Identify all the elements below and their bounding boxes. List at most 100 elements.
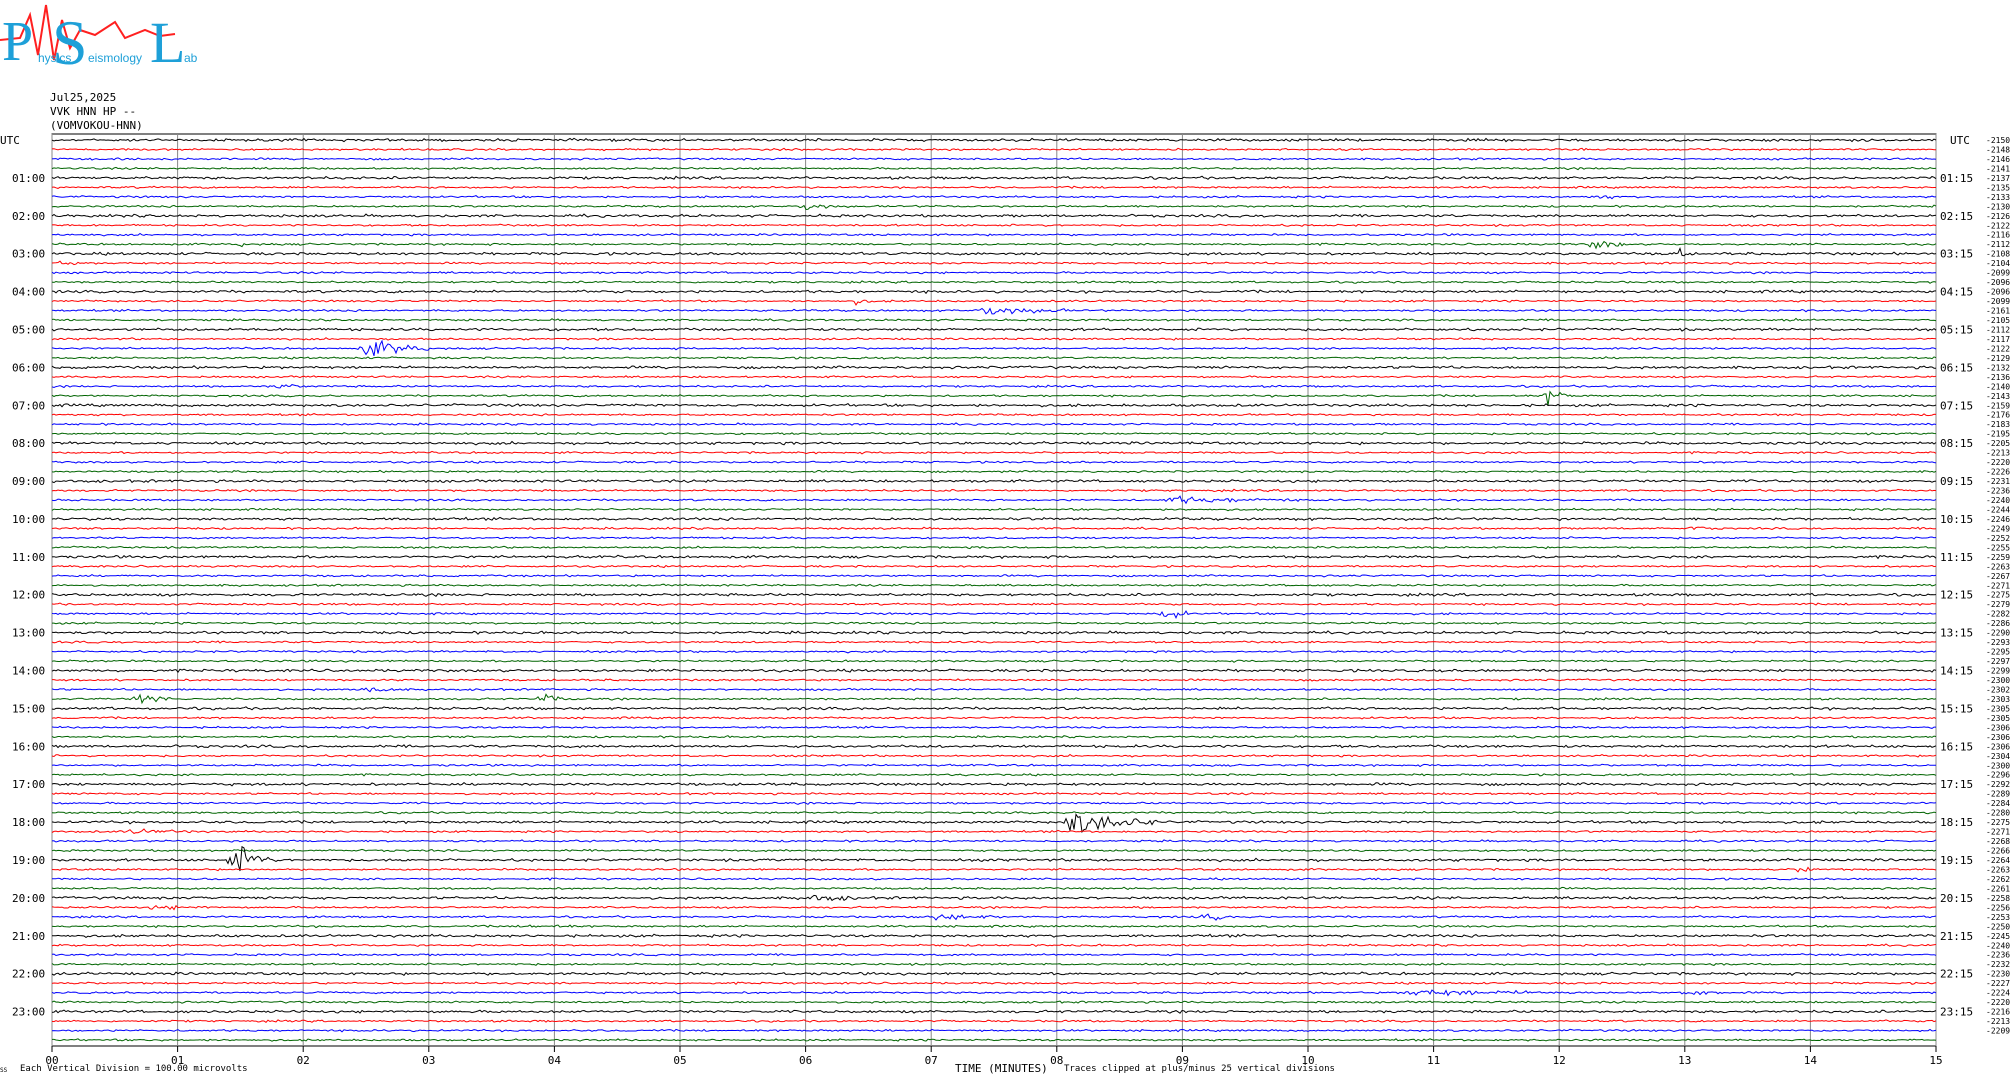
right-hour-label: 16:15 xyxy=(1940,740,1973,753)
left-hour-label: 13:00 xyxy=(12,627,45,640)
trace-offset-label: -23001 xyxy=(1986,761,2010,770)
seismic-trace xyxy=(51,971,1937,977)
trace-offset-label: -22535 xyxy=(1986,913,2010,922)
trace-offset-label: -22635 xyxy=(1986,562,2010,571)
seismic-trace xyxy=(51,1000,1937,1004)
seismic-trace xyxy=(51,981,1937,986)
seismic-trace xyxy=(51,317,1937,322)
seismic-trace xyxy=(51,460,1937,464)
right-hour-label: 19:15 xyxy=(1940,854,1973,867)
trace-offset-label: -22364 xyxy=(1986,951,2010,960)
left-hour-label: 07:00 xyxy=(12,399,45,412)
trace-offset-label: -22205 xyxy=(1986,458,2010,467)
left-hour-label: 02:00 xyxy=(12,210,45,223)
trace-offset-label: -22318 xyxy=(1986,477,2010,486)
seismic-trace xyxy=(51,384,1937,389)
seismic-trace xyxy=(51,545,1937,550)
right-hour-label: 05:15 xyxy=(1940,323,1973,336)
seismic-trace xyxy=(51,390,1937,406)
x-tick-label: 11 xyxy=(1427,1054,1440,1067)
left-hour-label: 23:00 xyxy=(12,1006,45,1019)
seismic-trace xyxy=(51,668,1937,673)
x-tick-label: 07 xyxy=(925,1054,938,1067)
trace-offset-label: -22273 xyxy=(1986,979,2010,988)
seismic-trace xyxy=(51,516,1937,522)
x-tick-label: 04 xyxy=(548,1054,562,1067)
right-hour-label: 18:15 xyxy=(1940,816,1973,829)
seismic-trace xyxy=(51,839,1937,843)
trace-offset-label: -22790 xyxy=(1986,600,2010,609)
trace-offset-label: -22095 xyxy=(1986,1027,2010,1036)
seismic-trace xyxy=(51,175,1937,181)
left-hour-label: 20:00 xyxy=(12,892,45,905)
right-hour-label: 15:15 xyxy=(1940,702,1973,715)
seismic-trace xyxy=(51,734,1937,739)
left-axis-title: UTC xyxy=(0,134,20,147)
right-hour-label: 03:15 xyxy=(1940,248,1973,261)
trace-offset-label: -22054 xyxy=(1986,439,2010,448)
seismic-trace xyxy=(51,280,1937,284)
seismic-trace xyxy=(51,716,1937,720)
right-hour-label: 14:15 xyxy=(1940,665,1973,678)
seismic-trace xyxy=(51,763,1936,768)
seismic-trace xyxy=(51,166,1937,171)
seismic-trace xyxy=(51,773,1937,777)
seismic-trace xyxy=(51,574,1937,578)
seismic-trace xyxy=(51,307,1937,315)
seismic-trace xyxy=(51,583,1937,587)
seismic-trace xyxy=(51,828,1937,834)
trace-offset-label: -23067 xyxy=(1986,742,2010,751)
trace-offset-label: -22676 xyxy=(1986,572,2010,581)
trace-offset-label: -21301 xyxy=(1986,202,2010,211)
left-hour-label: 16:00 xyxy=(12,740,45,753)
trace-offset-label: -22329 xyxy=(1986,960,2010,969)
right-hour-label: 20:15 xyxy=(1940,892,1973,905)
seismic-trace xyxy=(51,412,1937,417)
trace-offset-label: -22840 xyxy=(1986,799,2010,808)
footer-clipping-note: Traces clipped at plus/minus 25 vertical… xyxy=(1064,1064,1335,1074)
x-tick-label: 08 xyxy=(1050,1054,1063,1067)
left-hour-label: 09:00 xyxy=(12,475,45,488)
trace-offset-label: -21122 xyxy=(1986,325,2010,334)
footer-vertical-division: Each Vertical Division = 100.00 microvol… xyxy=(20,1064,248,1074)
right-hour-label: 01:15 xyxy=(1940,172,1973,185)
trace-offset-label: -22592 xyxy=(1986,553,2010,562)
seismic-trace xyxy=(51,813,1937,834)
seismic-trace xyxy=(51,810,1937,815)
trace-offset-label: -22929 xyxy=(1986,780,2010,789)
seismic-trace xyxy=(51,185,1936,190)
trace-offset-label: -22954 xyxy=(1986,648,2010,657)
trace-offset-label: -22164 xyxy=(1986,1008,2010,1017)
left-hour-label: 01:00 xyxy=(12,172,45,185)
left-hour-label: 05:00 xyxy=(12,323,45,336)
right-hour-label: 11:15 xyxy=(1940,551,1973,564)
seismic-trace xyxy=(51,1028,1937,1033)
trace-offset-label: -22263 xyxy=(1986,468,2010,477)
trace-offset-label: -21221 xyxy=(1986,221,2010,230)
seismic-trace xyxy=(51,913,1937,921)
seismic-trace xyxy=(51,356,1937,360)
right-hour-label: 13:15 xyxy=(1940,627,1973,640)
x-tick-label: 13 xyxy=(1678,1054,1691,1067)
seismic-trace xyxy=(51,904,1937,911)
trace-offset-label: -22977 xyxy=(1986,657,2010,666)
trace-offset-label: -22803 xyxy=(1986,809,2010,818)
trace-offset-label: -22464 xyxy=(1986,515,2010,524)
seismic-trace xyxy=(51,157,1937,161)
x-tick-label: 03 xyxy=(422,1054,435,1067)
right-hour-label: 21:15 xyxy=(1940,930,1973,943)
right-axis-title: UTC xyxy=(1950,134,1970,147)
seismic-trace xyxy=(51,422,1937,427)
trace-offset-label: -22687 xyxy=(1986,837,2010,846)
trace-offset-label: -21830 xyxy=(1986,420,2010,429)
trace-offset-label: -21326 xyxy=(1986,363,2010,372)
seismic-trace xyxy=(51,693,1937,705)
trace-offset-label: -22407 xyxy=(1986,941,2010,950)
trace-offset-label: -21266 xyxy=(1986,212,2010,221)
trace-offset-label: -22993 xyxy=(1986,667,2010,676)
seismic-trace xyxy=(51,753,1937,758)
trace-offset-label: -21296 xyxy=(1986,354,2010,363)
seismic-trace xyxy=(51,801,1937,806)
trace-offset-label: -21591 xyxy=(1986,401,2010,410)
trace-offset-label: -22407 xyxy=(1986,496,2010,505)
